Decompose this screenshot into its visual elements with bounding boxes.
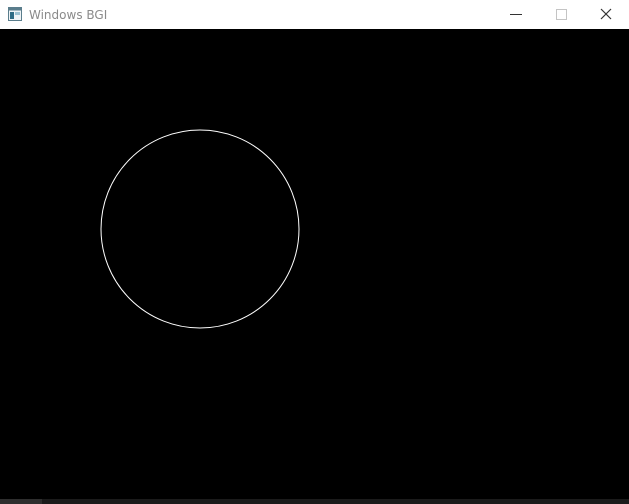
minimize-button[interactable] xyxy=(493,0,539,29)
window-bottom-notch xyxy=(0,499,42,504)
close-button[interactable] xyxy=(583,0,629,29)
maximize-button[interactable] xyxy=(539,0,585,29)
app-window-icon[interactable] xyxy=(8,7,22,21)
drawn-circle xyxy=(100,129,300,329)
drawing-canvas[interactable] xyxy=(0,29,629,499)
close-icon xyxy=(600,8,612,20)
title-bar[interactable]: Windows BGI xyxy=(0,0,629,29)
window-bottom-edge xyxy=(0,499,629,504)
window-title: Windows BGI xyxy=(29,8,108,22)
graphics-surface xyxy=(100,129,300,329)
maximize-icon xyxy=(556,9,567,20)
bgi-window: Windows BGI xyxy=(0,0,629,504)
minimize-icon xyxy=(510,14,522,15)
